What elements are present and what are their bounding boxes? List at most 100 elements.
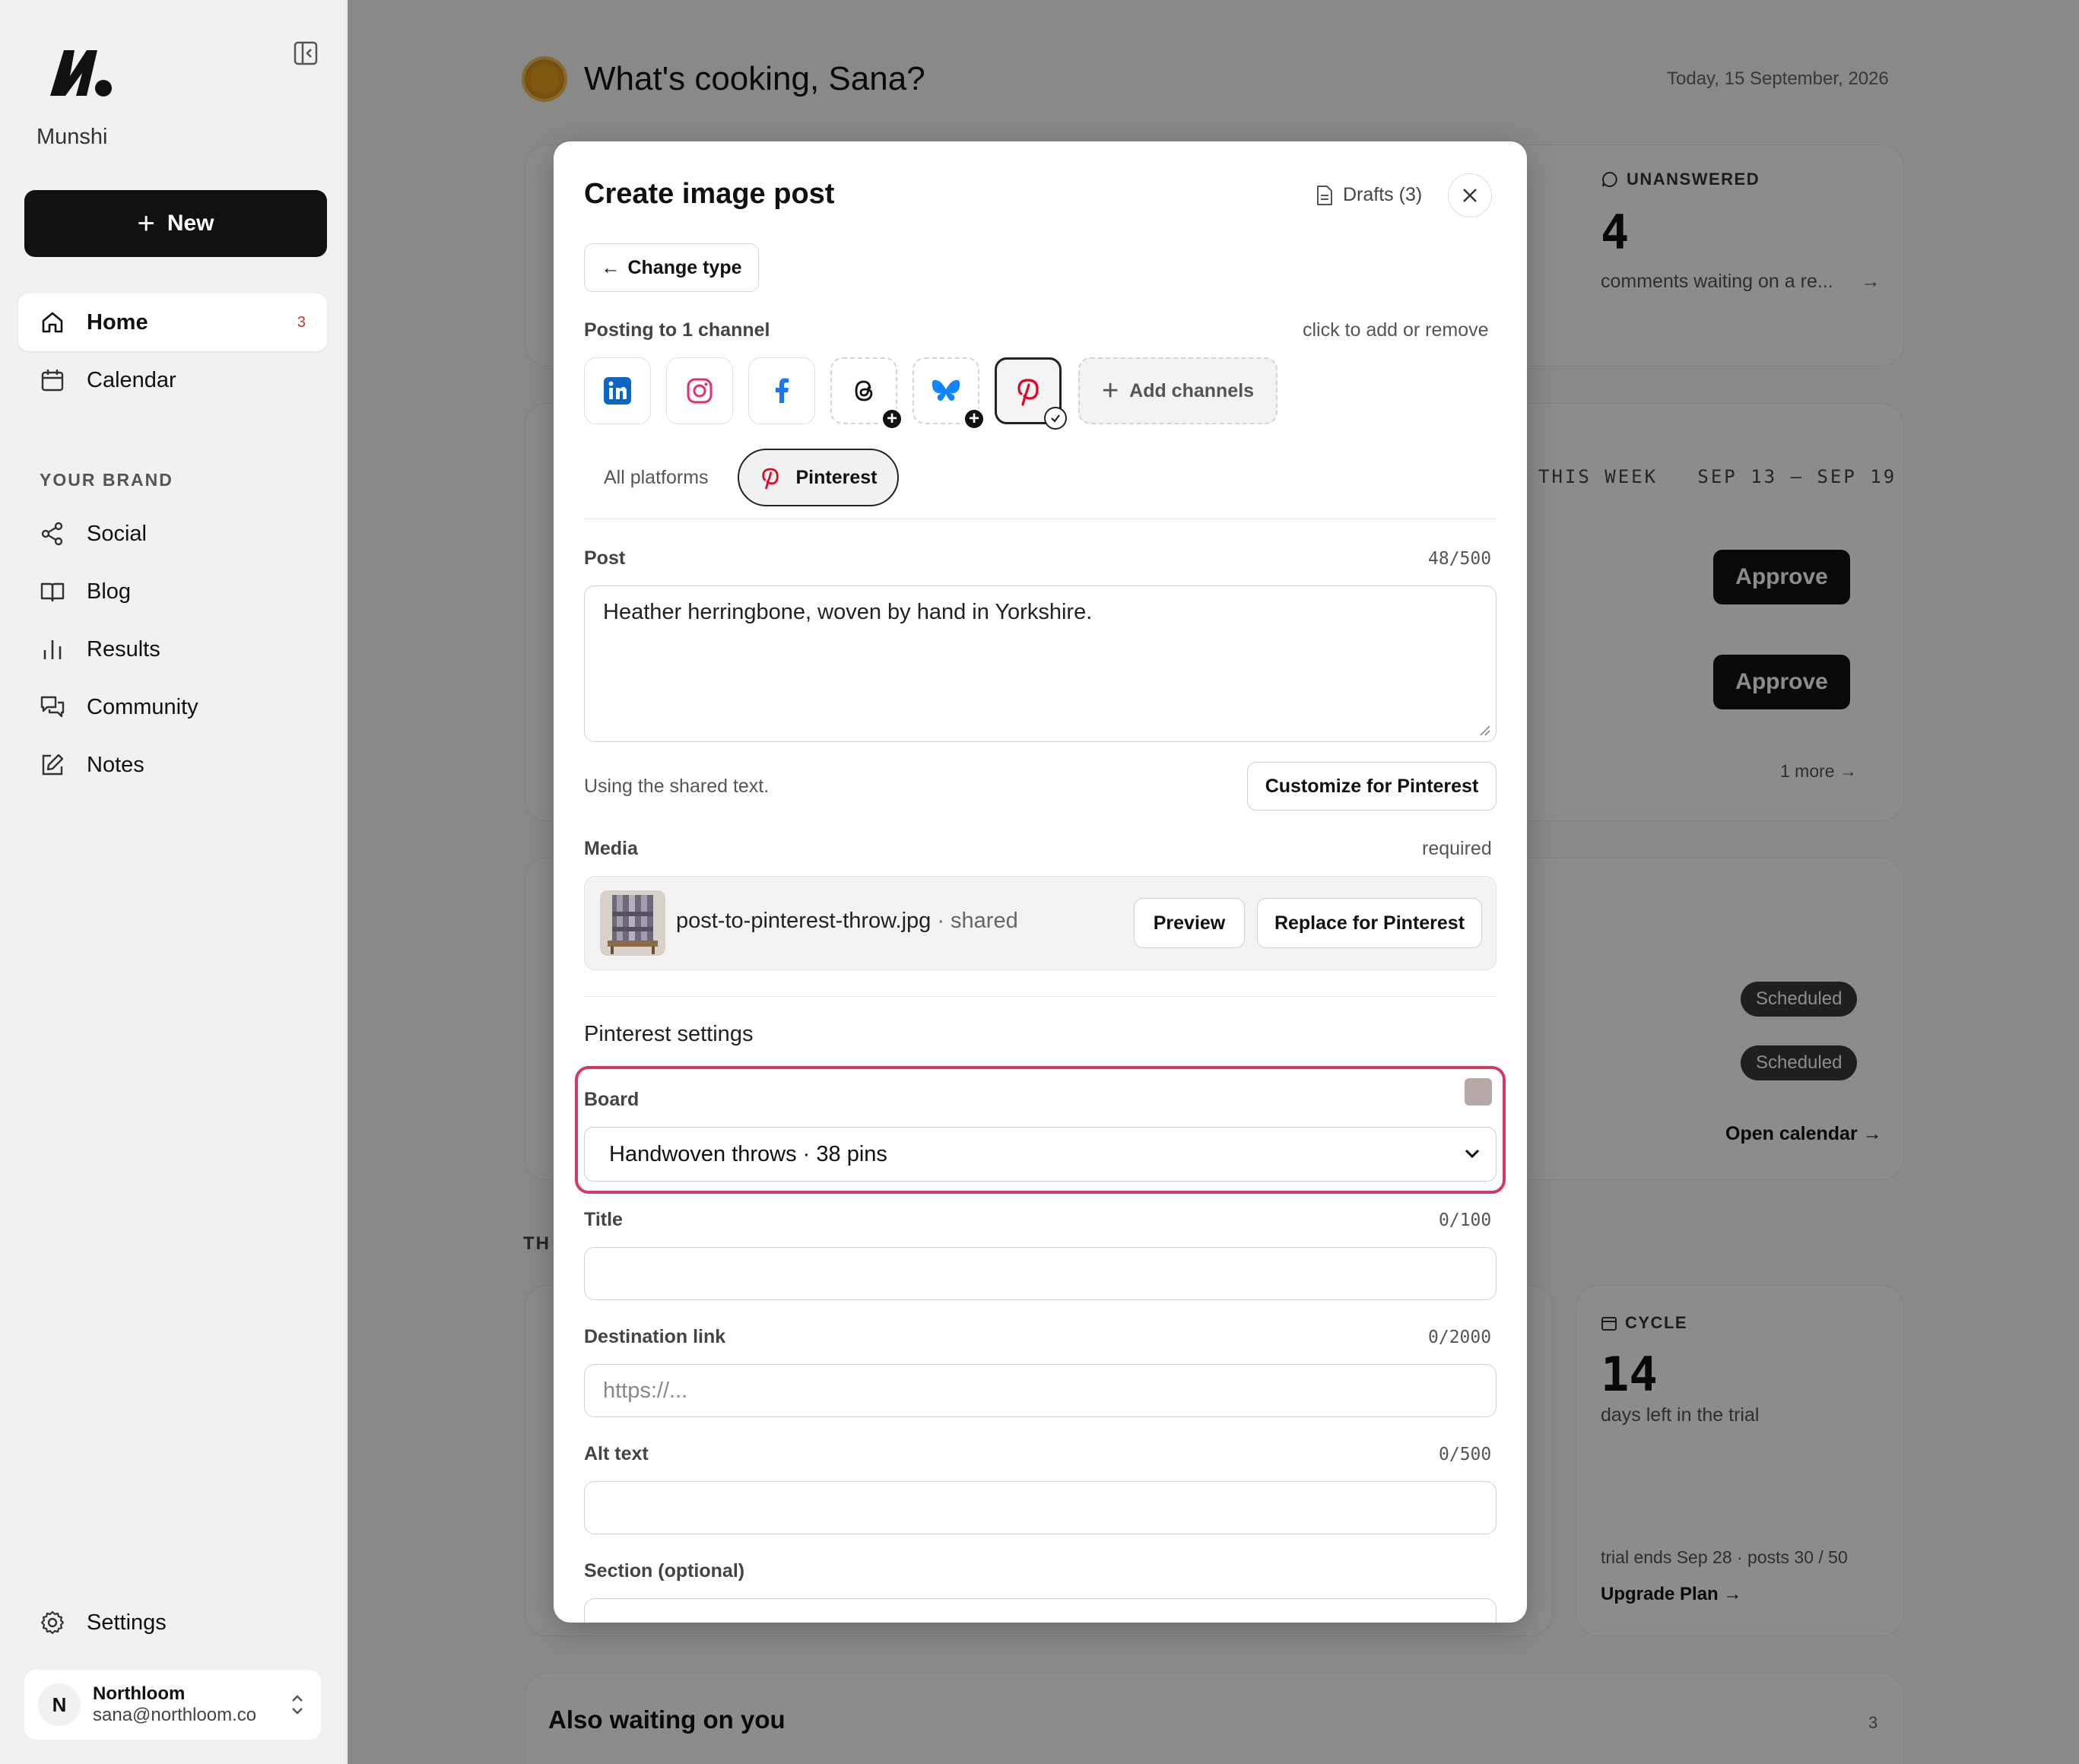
collapse-sidebar-icon[interactable] (292, 40, 319, 67)
nav-home[interactable]: Home 3 (18, 293, 327, 351)
shared-text-hint: Using the shared text. (584, 776, 770, 797)
channel-pinterest[interactable] (995, 357, 1067, 430)
chevron-up-down-icon (292, 1695, 303, 1715)
media-required-hint: required (1422, 838, 1492, 859)
title-input[interactable] (584, 1247, 1497, 1300)
channel-linkedin[interactable] (584, 357, 651, 424)
modal-title: Create image post (584, 178, 835, 210)
channel-instagram[interactable] (666, 357, 733, 424)
drafts-label: Drafts (3) (1343, 184, 1423, 205)
replace-for-pinterest-button[interactable]: Replace for Pinterest (1257, 898, 1482, 948)
channel-facebook[interactable] (748, 357, 815, 424)
nav-notes[interactable]: Notes (18, 736, 327, 794)
nav-calendar-label: Calendar (87, 367, 176, 392)
posting-to-label: Posting to 1 channel (584, 319, 770, 341)
create-image-post-modal: Create image post Drafts (3) ← Change ty… (554, 141, 1527, 1623)
share-icon (41, 522, 63, 546)
pinterest-settings-title: Pinterest settings (584, 1022, 754, 1046)
post-textarea[interactable]: Heather herringbone, woven by hand in Yo… (584, 585, 1497, 742)
divider (584, 996, 1497, 997)
nav-notes-label: Notes (87, 752, 144, 777)
nav-blog-label: Blog (87, 579, 132, 604)
section-select[interactable] (584, 1598, 1497, 1623)
your-brand-section-label: YOUR BRAND (40, 470, 173, 490)
change-type-button[interactable]: ← Change type (584, 243, 759, 292)
tab-pinterest-label: Pinterest (795, 466, 878, 488)
destination-link-label: Destination link (584, 1326, 726, 1347)
nav-results-label: Results (87, 636, 160, 662)
add-channels-button[interactable]: + Add channels (1078, 357, 1278, 424)
nav-settings-label: Settings (87, 1610, 167, 1635)
post-counter: 48/500 (1428, 549, 1492, 569)
add-channels-label: Add channels (1129, 379, 1255, 401)
channels-hint: click to add or remove (1303, 319, 1489, 341)
document-icon (1317, 185, 1332, 205)
close-modal-button[interactable] (1448, 173, 1492, 217)
add-plus-badge: + (963, 408, 986, 430)
instagram-icon (687, 378, 713, 404)
add-plus-badge: + (881, 408, 903, 430)
nav-results[interactable]: Results (18, 620, 327, 678)
nav-social[interactable]: Social (18, 505, 327, 563)
bluesky-icon (932, 379, 960, 401)
nav-home-label: Home (87, 309, 148, 335)
section-optional-label: Section (optional) (584, 1560, 745, 1582)
pinterest-icon (761, 468, 779, 490)
account-details: Northloom sana@northloom.co (93, 1683, 256, 1726)
title-counter: 0/100 (1439, 1210, 1492, 1230)
destination-link-counter: 0/2000 (1428, 1328, 1492, 1347)
nav-settings[interactable]: Settings (18, 1594, 327, 1651)
nav-community-label: Community (87, 694, 198, 719)
bar-chart-icon (43, 640, 62, 659)
media-filename: post-to-pinterest-throw.jpg · shared (676, 909, 1018, 933)
home-count-badge: 3 (297, 313, 306, 331)
change-type-label: Change type (627, 256, 742, 278)
brand-name: Munshi (37, 125, 108, 149)
calendar-icon (41, 370, 64, 392)
preview-button[interactable]: Preview (1134, 898, 1245, 948)
channel-threads[interactable]: + (830, 357, 903, 430)
destination-link-placeholder: https://... (603, 1378, 688, 1403)
customize-for-pinterest-button[interactable]: Customize for Pinterest (1247, 762, 1497, 811)
avatar: N (38, 1683, 81, 1726)
board-label: Board (584, 1089, 640, 1110)
media-item: post-to-pinterest-throw.jpg · shared Pre… (584, 876, 1497, 970)
edit-note-icon (42, 754, 64, 776)
destination-link-input[interactable]: https://... (584, 1364, 1497, 1417)
threads-icon (855, 380, 873, 401)
munshi-logo[interactable] (47, 46, 116, 99)
drafts-button[interactable]: Drafts (3) (1316, 184, 1422, 206)
media-thumbnail[interactable] (600, 890, 665, 956)
board-select[interactable]: Handwoven throws · 38 pins (584, 1127, 1497, 1182)
channel-bluesky[interactable]: + (913, 357, 986, 430)
new-button[interactable]: + New (24, 190, 327, 257)
tab-pinterest[interactable]: Pinterest (738, 449, 899, 506)
new-button-label: New (167, 211, 214, 236)
nav-calendar[interactable]: Calendar (18, 351, 327, 409)
home-icon (42, 312, 63, 333)
close-icon (1463, 189, 1477, 202)
account-name: Northloom (93, 1683, 186, 1704)
linkedin-icon (604, 377, 631, 405)
chevron-down-icon (1465, 1149, 1480, 1159)
sidebar: Munshi + New Home 3 Calendar YOUR BRAND … (0, 0, 347, 1764)
account-email: sana@northloom.co (93, 1705, 257, 1725)
pinterest-icon (1017, 379, 1039, 406)
alt-text-input[interactable] (584, 1481, 1497, 1534)
chat-bubbles-icon (40, 696, 65, 718)
resize-handle-icon[interactable] (1479, 725, 1491, 737)
arrow-left-icon: ← (601, 256, 621, 278)
book-icon (40, 582, 65, 602)
nav-blog[interactable]: Blog (18, 563, 327, 620)
post-label: Post (584, 547, 626, 569)
facebook-icon (776, 378, 789, 403)
media-shared-tag: · shared (931, 909, 1018, 933)
plus-icon: + (137, 207, 155, 240)
nav-social-label: Social (87, 521, 147, 546)
tab-all-platforms[interactable]: All platforms (604, 467, 709, 489)
nav-community[interactable]: Community (18, 678, 327, 736)
alt-text-label: Alt text (584, 1443, 649, 1464)
account-switcher[interactable]: N Northloom sana@northloom.co (24, 1670, 321, 1740)
post-text: Heather herringbone, woven by hand in Yo… (603, 600, 1093, 624)
media-label: Media (584, 838, 638, 859)
